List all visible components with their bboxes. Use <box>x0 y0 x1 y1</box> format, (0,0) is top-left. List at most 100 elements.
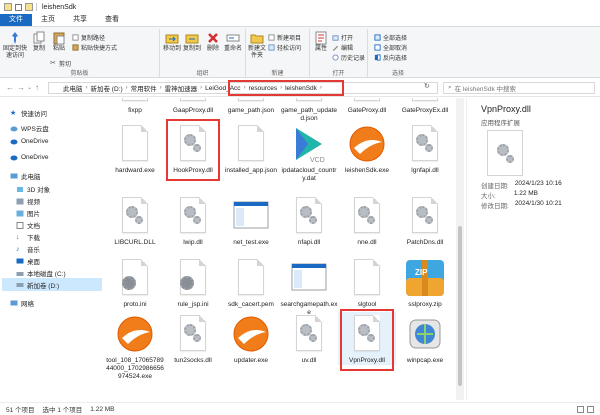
file-item[interactable]: game_path_updated.json <box>280 98 338 123</box>
leishen-app-icon <box>346 122 388 166</box>
file-item[interactable]: VpnProxy.dll <box>338 309 396 371</box>
file-item[interactable]: GateProxy.dll <box>338 98 396 115</box>
nav-3d-objects[interactable]: 3D 对象 <box>16 184 50 194</box>
file-item[interactable]: GateProxyEx.dll <box>396 98 454 115</box>
select-all-button[interactable]: 全部选择 <box>374 33 407 42</box>
file-item[interactable]: hardward.exe <box>106 122 164 175</box>
file-item[interactable]: VCD ipdatacloud_country.dat <box>280 122 338 183</box>
nav-wps-cloud[interactable]: WPS云盘 <box>10 123 49 133</box>
paste-shortcut-button[interactable]: 粘贴快捷方式 <box>72 43 117 52</box>
nav-music[interactable]: ♪ 音乐 <box>16 244 40 255</box>
pin-button[interactable]: 固定到快速访问 <box>3 31 27 60</box>
document-icon <box>238 98 264 101</box>
file-item[interactable]: leishenSdk.exe <box>338 122 396 175</box>
window-title: leishenSdk <box>42 3 77 11</box>
recent-chevron-icon[interactable]: ⌄ <box>27 84 32 91</box>
open-button[interactable]: 打开 <box>332 33 353 42</box>
invert-selection-button[interactable]: 反向选择 <box>374 53 407 62</box>
open-caption: 打开 <box>332 71 345 77</box>
tab-file[interactable]: 文件 <box>0 14 32 26</box>
edit-button[interactable]: 编辑 <box>332 43 353 52</box>
new-folder-quick-icon[interactable] <box>25 3 33 11</box>
file-item[interactable]: rule_jsp.ini <box>164 256 222 309</box>
file-item[interactable]: searchgamepath.exe <box>280 256 338 317</box>
breadcrumb-this-pc[interactable]: 此电脑 <box>63 83 83 93</box>
nav-local-disk-c[interactable]: 本地磁盘 (C:) <box>16 268 66 278</box>
select-none-button[interactable]: 全部取消 <box>374 43 407 52</box>
breadcrumb-software[interactable]: 常用软件 <box>131 83 157 93</box>
refresh-icon[interactable]: ↻ <box>424 82 430 90</box>
file-item[interactable]: net_test.exe <box>222 194 280 247</box>
file-item[interactable]: game_path.json <box>222 98 280 115</box>
nav-quick-access[interactable]: ★ 快速访问 <box>10 108 47 119</box>
file-grid-scrollbar[interactable] <box>456 98 464 400</box>
file-item[interactable]: tool_108_1706578944000_1702986656974524.… <box>106 312 164 381</box>
chevron-right-icon[interactable]: › <box>160 85 162 91</box>
tab-share[interactable]: 共享 <box>64 14 96 26</box>
status-bar: 51 个项目 选中 1 个项目 1.22 MB <box>0 402 600 415</box>
nav-documents[interactable]: 文档 <box>16 220 40 230</box>
copy-path-button[interactable]: 复制路径 <box>72 33 105 42</box>
nav-onedrive-2[interactable]: OneDrive <box>10 154 48 161</box>
file-item[interactable]: lgnfapi.dll <box>396 122 454 175</box>
gear-icon <box>193 216 201 224</box>
nav-network[interactable]: 网络 <box>10 298 34 308</box>
delete-button[interactable]: 删除 <box>204 31 222 53</box>
search-input[interactable]: ⌕ 在 leishenSdk 中搜索 <box>443 82 595 94</box>
copy-to-button[interactable]: 复制到 <box>182 31 202 53</box>
up-arrow-icon[interactable]: ↑ <box>35 83 39 92</box>
nav-new-volume-d[interactable]: 新加卷 (D:) <box>2 278 102 291</box>
file-item[interactable]: winpcap.exe <box>396 312 454 365</box>
file-item[interactable]: proto.ini <box>106 256 164 309</box>
file-item[interactable]: tun2socks.dll <box>164 312 222 365</box>
move-to-button[interactable]: 移动到 <box>162 31 182 53</box>
file-item[interactable]: lwip.dll <box>164 194 222 247</box>
properties-button[interactable]: 属性 <box>312 31 330 53</box>
breadcrumb-drive-d[interactable]: 新加卷 (D:) <box>91 83 123 93</box>
history-button[interactable]: 历史记录 <box>332 53 365 62</box>
file-item[interactable]: slgtool <box>338 256 396 309</box>
nav-desktop[interactable]: 桌面 <box>16 256 40 266</box>
file-item[interactable]: fixpp <box>106 98 164 115</box>
file-item[interactable]: GaapProxy.dll <box>164 98 222 115</box>
easy-access-button[interactable]: 轻松访问 <box>268 43 301 52</box>
forward-arrow-icon[interactable]: → <box>17 83 25 92</box>
computer-icon <box>10 173 18 178</box>
large-icons-view-icon[interactable] <box>587 406 594 413</box>
copy-button[interactable]: 复制 <box>30 31 48 53</box>
back-arrow-icon[interactable]: ← <box>6 83 14 92</box>
new-folder-button[interactable]: 新建文件夹 <box>248 31 266 60</box>
paste-button[interactable]: 粘贴 <box>50 31 68 53</box>
properties-quick-icon[interactable] <box>15 3 22 11</box>
tab-view[interactable]: 查看 <box>96 14 128 26</box>
file-item[interactable]: nfapi.dll <box>280 194 338 247</box>
nav-onedrive-1[interactable]: OneDrive <box>10 138 48 145</box>
rename-button[interactable]: 重命名 <box>222 31 244 53</box>
tab-home[interactable]: 主页 <box>32 14 64 26</box>
file-item[interactable]: nne.dll <box>338 194 396 247</box>
file-item[interactable]: LIBCURL.DLL <box>106 194 164 247</box>
zip-archive-icon: ZIP <box>404 256 446 300</box>
details-view-icon[interactable] <box>577 406 584 413</box>
breadcrumb-leishen[interactable]: 雷神加速器 <box>165 83 198 93</box>
file-item[interactable]: PatchDns.dll <box>396 194 454 247</box>
file-item[interactable]: updater.exe <box>222 312 280 365</box>
cut-button[interactable]: ✂ 剪切 <box>50 59 71 68</box>
dll-file-icon <box>172 194 214 238</box>
file-item[interactable]: installed_app.json <box>222 122 280 175</box>
chevron-right-icon[interactable]: › <box>86 85 88 91</box>
file-item[interactable]: sdk_cacert.pem <box>222 256 280 309</box>
nav-this-pc[interactable]: 此电脑 <box>10 171 41 181</box>
file-item[interactable]: uv.dll <box>280 312 338 365</box>
new-folder-label: 新建文件夹 <box>248 46 267 59</box>
nav-downloads[interactable]: ↓ 下载 <box>16 232 40 243</box>
nav-pictures[interactable]: 图片 <box>16 208 40 218</box>
scrollbar-thumb[interactable] <box>458 226 462 386</box>
new-item-button[interactable]: 新建项目 <box>268 33 301 42</box>
file-item[interactable]: ZIP sslproxy.zip <box>396 256 454 309</box>
nav-videos[interactable]: 视频 <box>16 196 40 206</box>
chevron-right-icon[interactable]: › <box>126 85 128 91</box>
winpcap-app-icon <box>404 312 446 356</box>
chevron-right-icon[interactable]: › <box>200 85 202 91</box>
file-item[interactable]: HookProxy.dll <box>164 119 222 181</box>
